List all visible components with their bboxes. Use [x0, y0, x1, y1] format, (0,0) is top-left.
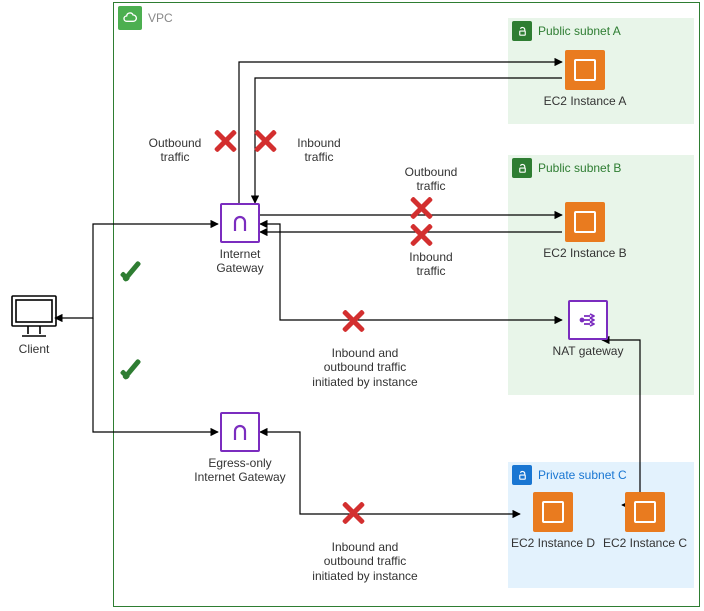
computer-icon [10, 294, 58, 338]
lock-icon [512, 158, 532, 178]
egress-only-igw-node: Egress-only Internet Gateway [194, 412, 286, 484]
inbound-traffic-label: Inbound traffic [284, 136, 354, 165]
architecture-diagram: VPC Public subnet A Public subnet B Priv… [0, 0, 704, 611]
cloud-icon [118, 6, 142, 30]
ec2-icon [533, 492, 573, 532]
ec2-instance-c-node: EC2 Instance C [600, 492, 690, 550]
ec2-c-label: EC2 Instance C [600, 536, 690, 550]
public-subnet-b: Public subnet B [508, 155, 694, 395]
lock-icon [512, 21, 532, 41]
nat-gateway-icon [568, 300, 608, 340]
bidir-traffic-eigw-label: Inbound and outbound traffic initiated b… [300, 540, 430, 583]
inbound-traffic-label-b: Inbound traffic [396, 250, 466, 279]
eigw-label: Egress-only Internet Gateway [194, 456, 286, 484]
vpc-header: VPC [118, 6, 173, 30]
ec2-icon [565, 202, 605, 242]
outbound-traffic-label: Outbound traffic [140, 136, 210, 165]
nat-label: NAT gateway [548, 344, 628, 358]
subnet-label: Public subnet A [538, 24, 621, 38]
ec2-b-label: EC2 Instance B [540, 246, 630, 260]
ec2-a-label: EC2 Instance A [540, 94, 630, 108]
subnet-label: Private subnet C [538, 468, 627, 482]
ec2-icon [625, 492, 665, 532]
internet-gateway-node: Internet Gateway [198, 203, 282, 275]
nat-gateway-node: NAT gateway [548, 300, 628, 358]
egress-only-igw-icon [220, 412, 260, 452]
client-node: Client [6, 294, 62, 356]
ec2-icon [565, 50, 605, 90]
ec2-instance-b-node: EC2 Instance B [540, 202, 630, 260]
ec2-d-label: EC2 Instance D [508, 536, 598, 550]
ec2-instance-d-node: EC2 Instance D [508, 492, 598, 550]
vpc-label: VPC [148, 11, 173, 25]
client-label: Client [6, 342, 62, 356]
bidir-traffic-nat-label: Inbound and outbound traffic initiated b… [300, 346, 430, 389]
igw-label: Internet Gateway [198, 247, 282, 275]
internet-gateway-icon [220, 203, 260, 243]
lock-icon [512, 465, 532, 485]
subnet-label: Public subnet B [538, 161, 621, 175]
outbound-traffic-label-b: Outbound traffic [396, 165, 466, 194]
ec2-instance-a-node: EC2 Instance A [540, 50, 630, 108]
